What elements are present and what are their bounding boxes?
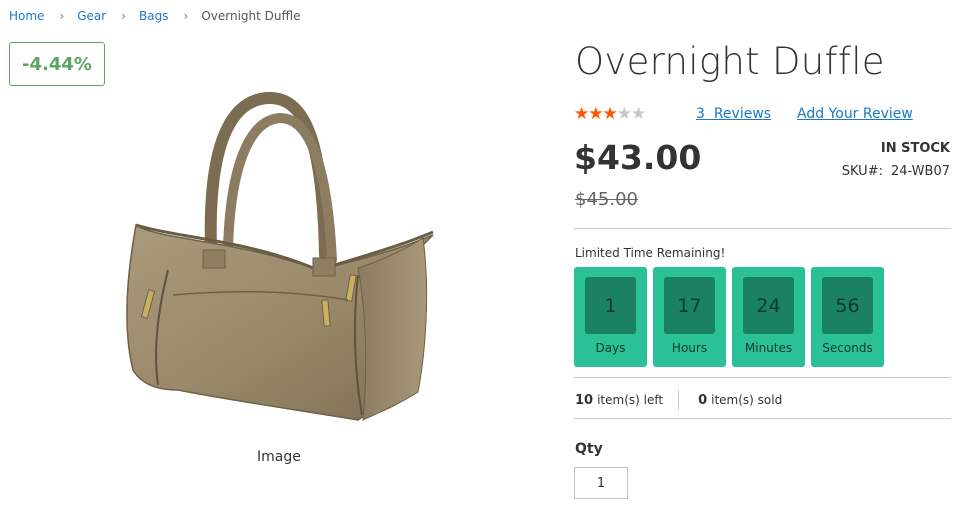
sku-value: 24-WB07: [890, 164, 950, 179]
countdown-days: 1 Days: [574, 267, 647, 367]
chevron-right-icon: ›: [183, 9, 189, 23]
countdown-minutes-value: 24: [743, 277, 794, 334]
countdown-timer: 1 Days 17 Hours 24 Minutes 56 Seconds: [574, 267, 884, 367]
items-left-label: item(s) left: [597, 393, 664, 407]
product-image[interactable]: [118, 90, 438, 430]
divider: [574, 418, 951, 419]
rating-stars: ★ ★ ★ ★ ★: [574, 104, 646, 124]
star-filled-icon: ★: [588, 104, 603, 124]
star-empty-icon: ★: [631, 104, 646, 124]
reviews-count: 3: [696, 106, 705, 122]
star-filled-icon: ★: [574, 104, 589, 124]
divider: [678, 390, 680, 410]
product-title: Overnight Duffle: [575, 40, 885, 83]
countdown-hours-value: 17: [664, 277, 715, 334]
stock-stats: 10 item(s) left 0 item(s) sold: [575, 390, 782, 410]
countdown-hours-label: Hours: [671, 341, 708, 355]
countdown-days-value: 1: [585, 277, 636, 334]
breadcrumb-bags[interactable]: Bags: [139, 9, 168, 23]
items-sold-count: 0: [698, 392, 708, 408]
stock-status: In stock: [880, 141, 950, 156]
rating-summary: ★ ★ ★ ★ ★: [574, 104, 646, 124]
sku: SKU#: 24-WB07: [842, 164, 950, 179]
items-sold-label: item(s) sold: [711, 393, 783, 407]
countdown-seconds-label: Seconds: [822, 341, 873, 355]
old-price: $45.00: [575, 189, 638, 210]
qty-label: Qty: [575, 441, 603, 457]
countdown-minutes: 24 Minutes: [732, 267, 805, 367]
countdown-minutes-label: Minutes: [744, 341, 793, 355]
chevron-right-icon: ›: [121, 9, 127, 23]
breadcrumb-gear[interactable]: Gear: [77, 9, 106, 23]
chevron-right-icon: ›: [59, 9, 65, 23]
countdown-seconds-value: 56: [822, 277, 873, 334]
divider: [574, 377, 951, 378]
star-filled-icon: ★: [602, 104, 618, 124]
star-empty-icon: ★: [616, 104, 632, 124]
qty-input[interactable]: [574, 467, 628, 499]
final-price: $43.00: [574, 138, 702, 177]
countdown-seconds: 56 Seconds: [811, 267, 884, 367]
countdown-hours: 17 Hours: [653, 267, 726, 367]
add-review-link[interactable]: Add Your Review: [797, 106, 913, 122]
countdown-days-label: Days: [595, 341, 626, 355]
breadcrumb: Home › Gear › Bags › Overnight Duffle: [9, 9, 300, 23]
image-caption: Image: [257, 449, 301, 465]
reviews-label: Reviews: [713, 106, 772, 122]
discount-badge: -4.44%: [9, 42, 105, 86]
breadcrumb-home[interactable]: Home: [9, 9, 44, 23]
countdown-label: Limited Time Remaining!: [575, 246, 726, 260]
breadcrumb-current: Overnight Duffle: [201, 9, 301, 23]
sku-label: SKU#:: [841, 164, 883, 179]
reviews-link[interactable]: 3 Reviews: [696, 106, 771, 122]
divider: [574, 228, 951, 229]
items-left-count: 10: [575, 392, 594, 408]
